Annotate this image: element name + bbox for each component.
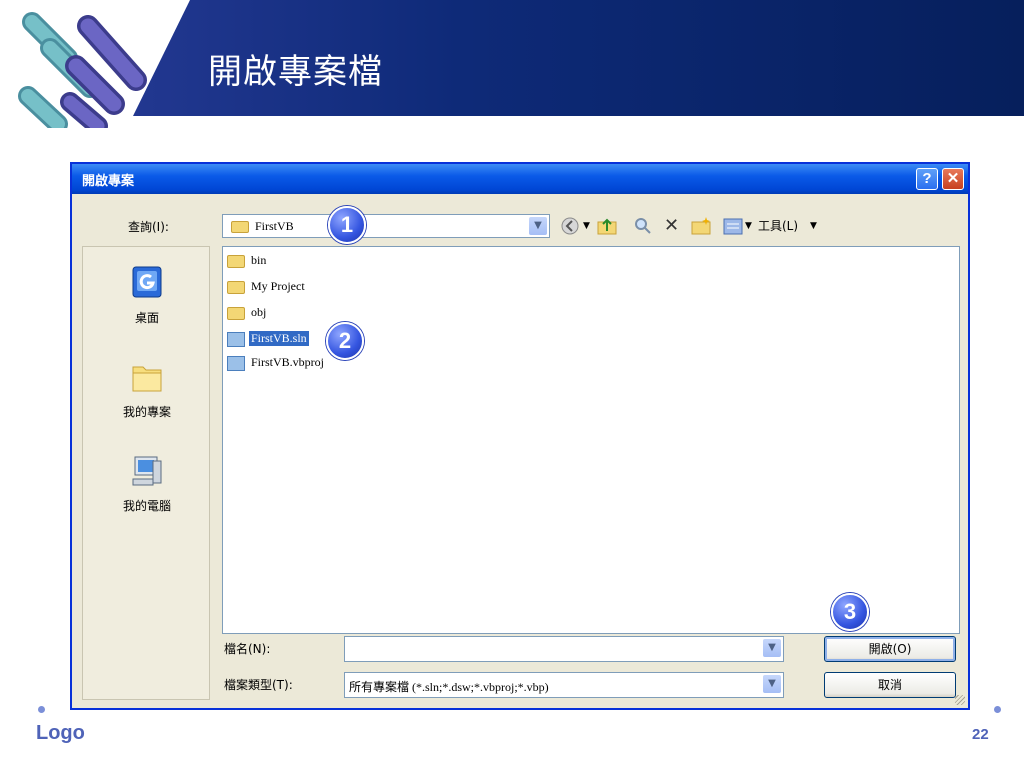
look-in-label: 查詢(I): — [128, 220, 169, 234]
step-badge-1: 1 — [328, 206, 366, 244]
open-button[interactable]: 開啟(O) — [824, 636, 956, 662]
page-number: 22 — [972, 726, 989, 743]
help-button[interactable]: ? — [916, 168, 938, 190]
folder-icon — [227, 281, 245, 294]
file-name: obj — [251, 305, 267, 319]
filename-label: 檔名(N): — [224, 642, 271, 656]
tools-dropdown-icon[interactable]: ▼ — [810, 216, 817, 236]
up-folder-icon[interactable] — [596, 216, 618, 236]
views-icon[interactable] — [722, 216, 744, 236]
step-badge-2: 2 — [326, 322, 364, 360]
back-dropdown-icon[interactable]: ▼ — [583, 216, 590, 236]
logo-pills-icon — [18, 12, 147, 128]
look-in-combo[interactable]: FirstVB ▼ — [222, 214, 550, 238]
place-label: 桌面 — [134, 311, 159, 325]
resize-grip-icon[interactable] — [955, 695, 965, 705]
places-bar: 桌面 我的專案 我的電腦 — [82, 246, 210, 700]
footer-dot — [38, 706, 45, 713]
back-icon[interactable] — [560, 216, 582, 236]
filetype-select[interactable]: 所有專案檔 (*.sln;*.dsw;*.vbproj;*.vbp) ▼ — [344, 672, 784, 698]
views-dropdown-icon[interactable]: ▼ — [745, 216, 752, 236]
dialog-title: 開啟專案 — [82, 174, 135, 189]
file-name: FirstVB.sln — [249, 331, 309, 346]
file-name: My Project — [251, 279, 305, 293]
dialog-titlebar[interactable]: 開啟專案 ? ✕ — [72, 164, 968, 194]
folder-icon — [227, 255, 245, 268]
chevron-down-icon[interactable]: ▼ — [763, 675, 781, 693]
folder-icon — [227, 307, 245, 320]
dialog-toolbar: ▼ ✕ ▼ 工具(L) ▼ — [560, 214, 860, 238]
cancel-button[interactable]: 取消 — [824, 672, 956, 698]
slide-title: 開啟專案檔 — [208, 52, 383, 92]
tools-menu[interactable]: 工具(L) — [758, 217, 798, 234]
project-file-icon — [227, 356, 245, 371]
filetype-value: 所有專案檔 (*.sln;*.dsw;*.vbproj;*.vbp) — [349, 680, 549, 694]
look-in-value: FirstVB — [255, 219, 294, 233]
file-list[interactable]: bin My Project obj FirstVB.sln FirstVB.v… — [222, 246, 960, 634]
place-label: 我的專案 — [122, 405, 171, 419]
chevron-down-icon[interactable]: ▼ — [763, 639, 781, 657]
place-desktop[interactable]: 桌面 — [83, 265, 211, 326]
solution-file-icon — [227, 332, 245, 347]
place-my-projects[interactable]: 我的專案 — [83, 359, 211, 420]
computer-icon — [132, 456, 162, 486]
footer-dot — [994, 706, 1001, 713]
open-project-dialog: 開啟專案 ? ✕ 查詢(I): FirstVB ▼ ▼ ✕ ▼ 工具(L) ▼ … — [70, 162, 970, 710]
chevron-down-icon[interactable]: ▼ — [529, 217, 547, 235]
new-folder-icon[interactable] — [690, 216, 712, 236]
filetype-label: 檔案類型(T): — [224, 678, 293, 692]
delete-icon[interactable]: ✕ — [664, 216, 679, 236]
file-name: bin — [251, 253, 267, 267]
footer-logo: Logo — [36, 722, 85, 744]
place-my-computer[interactable]: 我的電腦 — [83, 453, 211, 514]
desktop-icon — [132, 266, 162, 298]
folder-icon — [132, 366, 162, 392]
file-name: FirstVB.vbproj — [251, 355, 325, 369]
search-web-icon[interactable] — [632, 216, 654, 236]
filename-input[interactable]: ▼ — [344, 636, 784, 662]
folder-icon — [231, 221, 249, 233]
place-label: 我的電腦 — [122, 499, 171, 513]
step-badge-3: 3 — [831, 593, 869, 631]
close-button[interactable]: ✕ — [942, 168, 964, 190]
